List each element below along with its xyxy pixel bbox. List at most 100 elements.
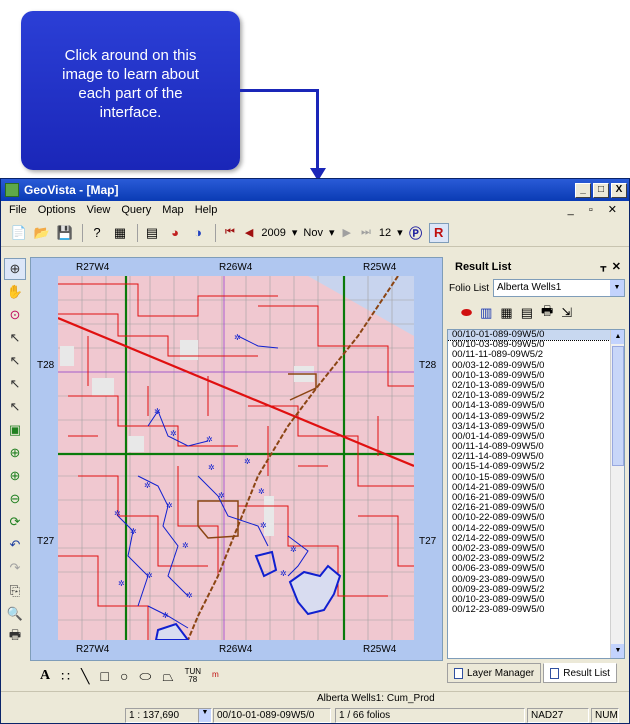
menu-options[interactable]: Options [38,204,76,216]
status-bar: 1 : 137,690 ▼ 00/10-01-089-09W5/0 1 / 66… [1,707,629,724]
chevron-down-icon[interactable]: ▼ [198,708,212,723]
menu-help[interactable]: Help [195,204,218,216]
list-item[interactable]: 00/14-13-089-09W5/0 [448,401,624,411]
map-view-icon[interactable]: ▦ [110,223,130,243]
panel-close-icon[interactable]: ✕ [612,260,621,273]
menu-bar: File Options View Query Map Help _ ▫ ✕ [1,201,629,219]
panel-toolbar: ⬬ ▥ ▦ ▤ 🖶 ⇲ [445,299,628,327]
layer-info-text: Alberta Wells1: Cum_Prod [317,693,435,704]
line-tool-icon[interactable]: ╲ [81,668,89,685]
svg-text:✲: ✲ [218,491,225,500]
scroll-down-icon[interactable]: ▼ [611,644,624,658]
zoom-in-icon[interactable]: ⊕ [4,258,26,280]
mdi-controls[interactable]: _ ▫ ✕ [568,203,623,216]
callout-line-3: each part of the [78,85,183,102]
panel-title: Result List [455,261,512,273]
report-icon[interactable]: ▤ [521,305,533,321]
chevron-down-icon[interactable]: ▾ [397,226,403,239]
title-bar[interactable]: GeoVista - [Map] _ □ X [1,179,629,201]
folio-select[interactable]: Alberta Wells1 ▼ [493,279,626,297]
chevron-down-icon[interactable]: ▾ [292,226,298,239]
circle-tool-icon[interactable]: ○ [120,668,128,684]
app-window: GeoVista - [Map] _ □ X File Options View… [0,178,630,724]
tab-result-list[interactable]: Result List [543,663,617,683]
production-chart-icon[interactable]: ▥ [480,305,492,321]
export-icon[interactable]: ⎘ [4,580,26,602]
num-lock-field: NUM [591,708,619,723]
scrollbar[interactable]: ▲ ▼ [610,330,624,658]
minimize-button[interactable]: _ [575,182,591,198]
chevron-down-icon[interactable]: ▾ [329,226,335,239]
export-icon[interactable]: ⇲ [561,305,572,321]
select-polygon-icon[interactable]: ↖ [4,373,26,395]
list-item[interactable]: 00/06-23-089-09W5/0 [448,564,624,574]
menu-view[interactable]: View [87,204,111,216]
undo-icon[interactable]: ↶ [4,534,26,556]
year-select[interactable]: 2009 [261,227,285,239]
rectangle-tool-icon[interactable]: □ [100,668,108,684]
highlight-icon[interactable]: ⬬ [461,305,472,321]
folio-count-field: 1 / 66 folios [335,708,525,723]
scrollbar-thumb[interactable] [612,346,624,466]
chevron-down-icon[interactable]: ▼ [610,280,625,296]
point-tool-icon[interactable]: ∷ [61,668,70,685]
pin-icon[interactable]: ᚁ [601,260,606,273]
month-select[interactable]: Nov [303,227,323,239]
range-label-bottom-2: R26W4 [219,644,253,655]
print-icon[interactable]: 🖶 [541,302,553,324]
pie-chart-icon[interactable]: ◕ [165,223,185,243]
menu-map[interactable]: Map [162,204,183,216]
select-circle-icon[interactable]: ↖ [4,396,26,418]
callout-line-4: interface. [99,104,162,121]
day-select[interactable]: 12 [379,227,391,239]
app-icon [5,183,19,197]
text-tool[interactable]: A [40,668,50,684]
last-frame-icon[interactable]: ⏭ [361,226,371,239]
township-label-right-2: T27 [419,536,437,547]
close-button[interactable]: X [611,182,627,198]
zoom-full-icon[interactable]: ⊕ [4,442,26,464]
unit-tool-icon[interactable]: ᵐ [212,669,219,683]
menu-query[interactable]: Query [121,204,151,216]
map-graphic[interactable]: ✲ ✲ ✲ ✲ ✲ ✲ ✲ ✲ ✲ ✲ ✲ ✲ ✲ ✲ ✲ ✲ ✲ ✲ ✲ ✲ [58,276,414,640]
help-icon[interactable]: ? [87,223,107,243]
scroll-up-icon[interactable]: ▲ [611,330,624,344]
tab-layer-manager[interactable]: Layer Manager [447,663,542,683]
scale-field[interactable]: 1 : 137,690 [125,708,207,723]
pointer-p-icon[interactable]: Ⓟ [406,223,426,243]
grid-tool[interactable]: TUN 78 [185,668,201,684]
print-preview-icon[interactable]: 🔍 [4,603,26,625]
select-layer-icon[interactable]: ▣ [4,419,26,441]
pan-hand-icon[interactable]: ✋ [4,281,26,303]
next-frame-icon[interactable]: ▶ [342,226,350,239]
polygon-tool-icon[interactable]: ⏢ [162,668,173,685]
township-label-left-2: T27 [37,536,55,547]
refresh-icon[interactable]: ⟳ [4,511,26,533]
select-rectangle-icon[interactable]: ↖ [4,350,26,372]
zoom-2x-out-icon[interactable]: ⊖ [4,488,26,510]
chart-icon[interactable]: ▤ [142,223,162,243]
first-frame-icon[interactable]: ⏮ [225,226,235,239]
new-icon[interactable]: 📄 [9,223,29,243]
color-wheel-icon[interactable]: ◑ [188,223,208,243]
list-item[interactable]: 00/12-23-089-09W5/0 [448,604,624,615]
table-view-icon[interactable]: ▦ [500,305,512,321]
folio-select-value: Alberta Wells1 [497,282,562,293]
save-icon[interactable]: 💾 [55,223,75,243]
result-list[interactable]: 00/10-01-089-09W5/0 00/10-03-089-09W5/0 00… [447,329,625,659]
menu-file[interactable]: File [9,204,27,216]
restore-button[interactable]: □ [593,182,609,198]
zoom-2x-in-icon[interactable]: ⊕ [4,465,26,487]
previous-frame-icon[interactable]: ◀ [245,226,253,239]
select-arrow-icon[interactable]: ↖ [4,327,26,349]
map-canvas[interactable]: R27W4 R26W4 R25W4 R27W4 R26W4 R25W4 T28 … [30,257,443,661]
print-icon[interactable]: 🖶 [4,626,26,648]
redraw-r-icon[interactable]: R [428,222,449,243]
range-label-top-3: R25W4 [363,262,397,273]
identify-icon[interactable]: ⊙ [4,304,26,326]
ellipse-tool-icon[interactable]: ⬭ [139,668,151,685]
window-title: GeoVista - [Map] [24,183,119,197]
open-folder-icon[interactable]: 📂 [32,223,52,243]
redo-icon[interactable]: ↷ [4,557,26,579]
toolbar-separator [215,223,216,242]
